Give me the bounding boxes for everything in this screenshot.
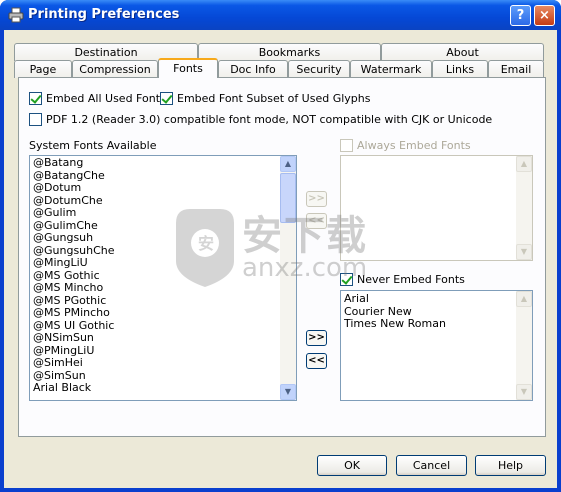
list-item[interactable]: Arial Black: [30, 381, 296, 395]
embed-subset-check-box[interactable]: [160, 92, 173, 105]
list-item[interactable]: @SimHei: [30, 356, 296, 370]
tab-about[interactable]: About: [381, 43, 544, 61]
scroll-down-button[interactable]: ▼: [516, 244, 532, 260]
tab-doc-info[interactable]: Doc Info: [218, 60, 288, 78]
never-embed-scrollbar[interactable]: ▲ ▼: [516, 291, 532, 400]
embed-subset-label: Embed Font Subset of Used Glyphs: [177, 92, 371, 105]
add-never-embed-button[interactable]: >>: [306, 330, 327, 346]
pdf12-label: PDF 1.2 (Reader 3.0) compatible font mod…: [46, 113, 493, 126]
list-item[interactable]: @Batang: [30, 156, 296, 170]
tab-bookmarks[interactable]: Bookmarks: [198, 43, 381, 61]
help-button[interactable]: Help: [475, 455, 546, 476]
list-item[interactable]: Arial: [341, 292, 532, 306]
close-button[interactable]: ×: [534, 5, 555, 26]
scroll-up-button[interactable]: ▲: [516, 291, 532, 307]
scroll-up-button[interactable]: ▲: [516, 156, 532, 172]
list-item[interactable]: Times New Roman: [341, 317, 532, 331]
window-title: Printing Preferences: [28, 7, 180, 22]
watermark: 安 安下载 anxz.com: [172, 203, 392, 293]
scroll-up-button[interactable]: ▲: [280, 156, 296, 172]
embed-subset-checkbox[interactable]: Embed Font Subset of Used Glyphs: [160, 92, 371, 105]
cancel-button[interactable]: Cancel: [396, 455, 467, 476]
embed-all-label: Embed All Used Fonts: [46, 92, 166, 105]
dialog-window: Printing Preferences ? × Destination Boo…: [0, 0, 561, 492]
never-embed-items: Arial Courier New Times New Roman: [341, 291, 532, 331]
pdf12-check-box[interactable]: [29, 113, 42, 126]
always-embed-label: Always Embed Fonts: [357, 139, 471, 152]
list-item[interactable]: @NSimSun: [30, 331, 296, 345]
help-title-button[interactable]: ?: [510, 5, 531, 26]
embed-all-fonts-checkbox[interactable]: Embed All Used Fonts: [29, 92, 166, 105]
scroll-down-button[interactable]: ▼: [516, 384, 532, 400]
tab-security[interactable]: Security: [288, 60, 350, 78]
tab-email[interactable]: Email: [488, 60, 544, 78]
always-embed-check-box[interactable]: [340, 139, 353, 152]
tab-page[interactable]: Page: [14, 60, 72, 78]
ok-button[interactable]: OK: [317, 455, 387, 476]
always-embed-checkbox[interactable]: Always Embed Fonts: [340, 139, 471, 152]
list-item[interactable]: @Dotum: [30, 181, 296, 195]
never-embed-list[interactable]: Arial Courier New Times New Roman ▲ ▼: [340, 290, 533, 401]
scroll-down-button[interactable]: ▼: [280, 384, 296, 400]
list-item[interactable]: @MS PMincho: [30, 306, 296, 320]
svg-text:安: 安: [198, 234, 214, 253]
tab-links[interactable]: Links: [432, 60, 488, 78]
printer-icon: [8, 7, 24, 23]
remove-never-embed-button[interactable]: <<: [306, 353, 327, 369]
pdf12-compat-checkbox[interactable]: PDF 1.2 (Reader 3.0) compatible font mod…: [29, 113, 492, 126]
system-fonts-label: System Fonts Available: [29, 139, 157, 152]
tab-watermark[interactable]: Watermark: [350, 60, 432, 78]
embed-all-check-box[interactable]: [29, 92, 42, 105]
always-embed-scrollbar[interactable]: ▲ ▼: [516, 156, 532, 260]
title-bar[interactable]: Printing Preferences ? ×: [0, 0, 561, 30]
tab-fonts[interactable]: Fonts: [158, 58, 218, 78]
watermark-en-text: anxz.com: [242, 253, 368, 283]
tab-compression[interactable]: Compression: [72, 60, 158, 78]
